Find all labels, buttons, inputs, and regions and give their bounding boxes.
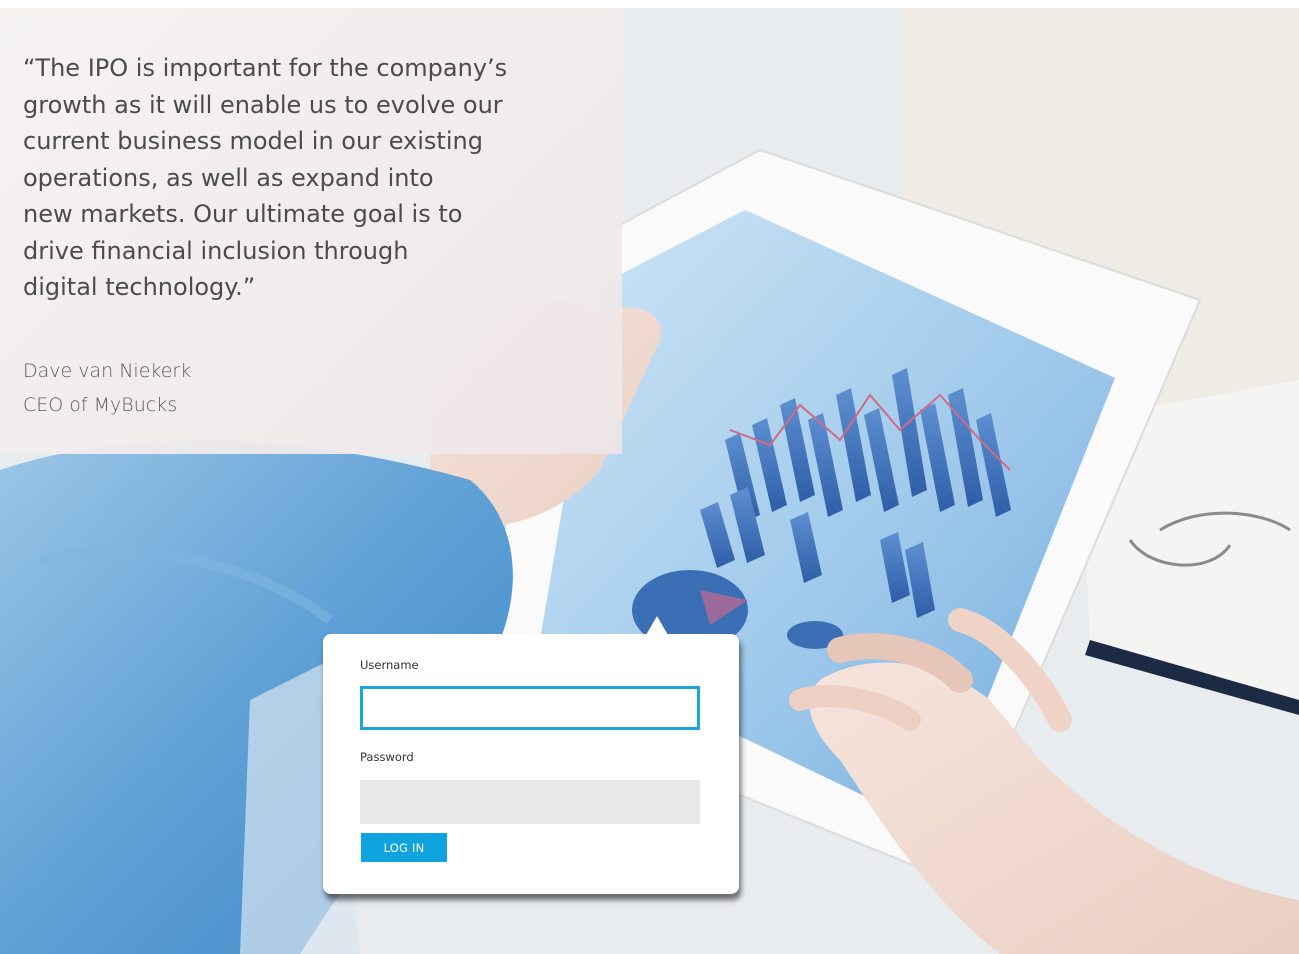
author-title: CEO of MyBucks (23, 394, 178, 416)
password-label: Password (360, 750, 414, 764)
username-input[interactable] (360, 686, 700, 730)
login-button[interactable]: LOG IN (361, 833, 447, 862)
username-label: Username (360, 658, 419, 672)
quote-panel: “The IPO is important for the company’s … (0, 8, 622, 454)
top-white-strip (0, 0, 1299, 8)
quote-author: Dave van Niekerk CEO of MyBucks (23, 354, 191, 422)
login-card: Username Password LOG IN (323, 634, 739, 894)
login-card-pointer (646, 616, 668, 635)
quote-text: “The IPO is important for the company’s … (23, 54, 508, 301)
author-name: Dave van Niekerk (23, 360, 192, 382)
password-input[interactable] (360, 780, 700, 824)
